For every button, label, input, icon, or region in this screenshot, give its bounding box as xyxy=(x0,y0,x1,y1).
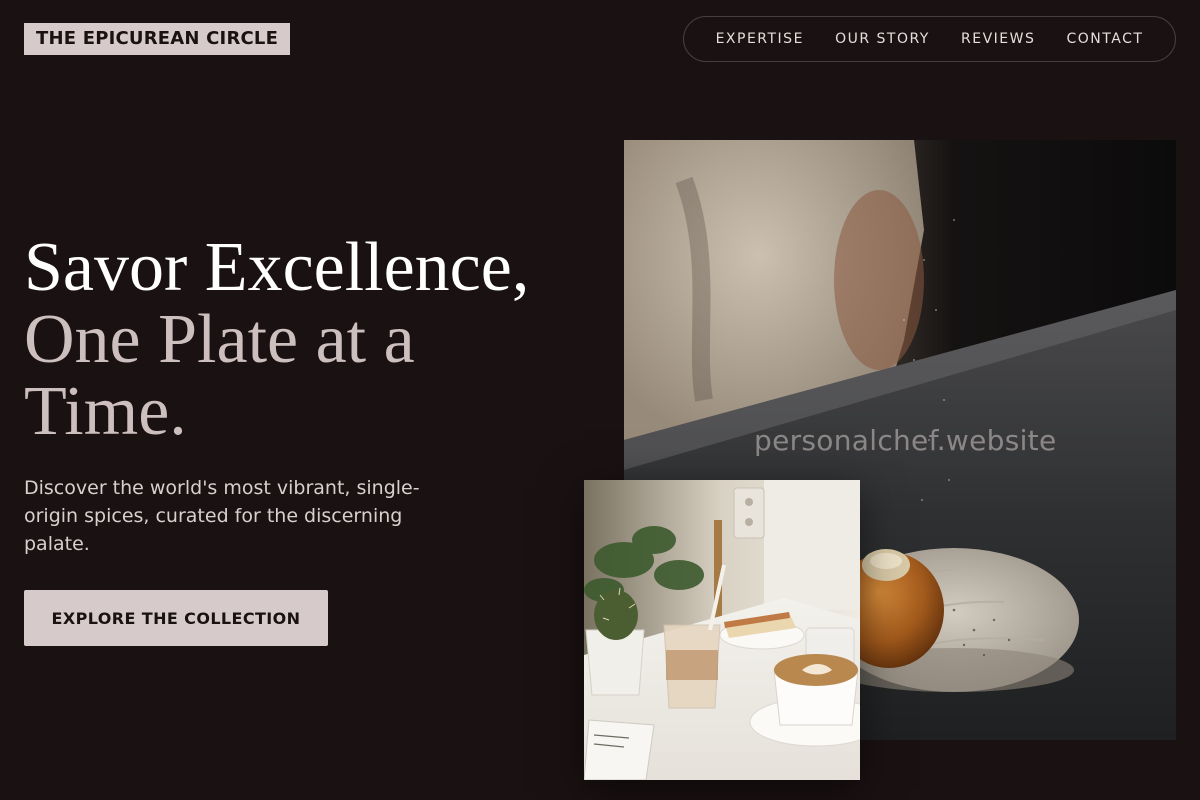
main-nav: EXPERTISE OUR STORY REVIEWS CONTACT xyxy=(683,16,1176,62)
headline-line-primary: Savor Excellence, xyxy=(24,229,530,306)
brand-logo[interactable]: THE EPICUREAN CIRCLE xyxy=(24,23,291,55)
cafe-table-photo xyxy=(584,480,860,780)
nav-link-contact[interactable]: CONTACT xyxy=(1067,31,1144,47)
nav-link-expertise[interactable]: EXPERTISE xyxy=(716,31,804,47)
nav-link-our-story[interactable]: OUR STORY xyxy=(835,31,930,47)
explore-collection-button[interactable]: EXPLORE THE COLLECTION xyxy=(24,590,328,646)
headline-line-secondary: One Plate at a Time. xyxy=(24,301,415,450)
landing-page: THE EPICUREAN CIRCLE EXPERTISE OUR STORY… xyxy=(0,0,1200,800)
hero-subtitle: Discover the world's most vibrant, singl… xyxy=(24,477,420,555)
hero-headline: Savor Excellence, One Plate at a Time. xyxy=(24,232,584,448)
hero-image-secondary xyxy=(584,480,860,780)
nav-link-reviews[interactable]: REVIEWS xyxy=(961,31,1035,47)
